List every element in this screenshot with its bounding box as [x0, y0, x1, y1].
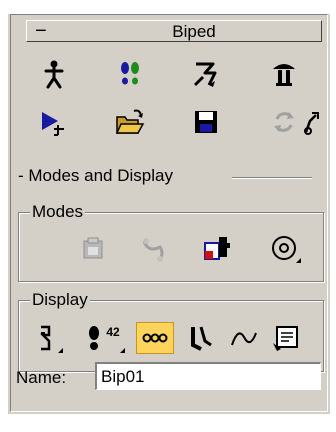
display-trajectories-icon — [231, 332, 257, 346]
biped-preferences-icon — [273, 326, 298, 351]
display-footsteps-icon — [89, 326, 100, 350]
display-objects-icon — [39, 325, 51, 351]
show-legs-icon — [191, 326, 212, 351]
rubber-band-mode-icon — [142, 238, 164, 262]
figure-mode-button[interactable] — [36, 58, 72, 90]
in-place-mode-button[interactable] — [266, 232, 302, 264]
twist-links-button[interactable] — [136, 322, 174, 354]
flyout-indicator — [120, 348, 125, 353]
mixer-mode-button[interactable] — [266, 58, 302, 90]
mixer-mode-icon — [273, 64, 295, 86]
save-file-button[interactable] — [188, 106, 224, 138]
load-file-button[interactable] — [112, 106, 148, 138]
biped-preferences-button[interactable] — [268, 322, 304, 354]
display-footsteps-button[interactable]: 42 — [80, 322, 126, 354]
motion-flow-mode-icon — [193, 62, 217, 87]
rubber-band-mode-button[interactable] — [135, 232, 171, 264]
section-divider — [232, 177, 312, 179]
buffer-mode-icon — [83, 237, 103, 259]
scale-stride-button[interactable] — [199, 232, 235, 264]
move-all-mode-button[interactable] — [292, 106, 328, 138]
name-label: Name: — [16, 368, 67, 387]
load-file-icon — [115, 109, 145, 134]
display-objects-button[interactable] — [28, 322, 64, 354]
name-field[interactable] — [95, 362, 321, 390]
biped-playback-button[interactable] — [36, 106, 72, 138]
biped-playback-icon — [42, 112, 64, 136]
twist-links-icon — [142, 333, 168, 343]
motion-flow-mode-button[interactable] — [188, 58, 224, 90]
biped-rollout-header[interactable]: − Biped — [26, 20, 322, 42]
flyout-indicator — [296, 258, 301, 263]
display-trajectories-button[interactable] — [226, 322, 262, 354]
rollout-title: Biped — [172, 22, 216, 41]
footstep-mode-icon — [121, 62, 139, 85]
in-place-mode-icon — [272, 236, 296, 260]
footstep-count-badge: 42 — [106, 325, 120, 339]
figure-mode-icon — [44, 60, 64, 89]
move-all-mode-icon — [304, 112, 319, 135]
scale-stride-icon — [204, 237, 230, 260]
modes-and-display-title[interactable]: - Modes and Display — [18, 166, 173, 186]
buffer-mode-button[interactable] — [75, 232, 111, 264]
modes-label: Modes — [30, 202, 86, 222]
show-legs-button[interactable] — [182, 322, 218, 354]
flyout-indicator — [58, 348, 63, 353]
display-label: Display — [30, 290, 90, 310]
save-file-icon — [195, 111, 217, 133]
footstep-mode-button[interactable] — [112, 58, 148, 90]
